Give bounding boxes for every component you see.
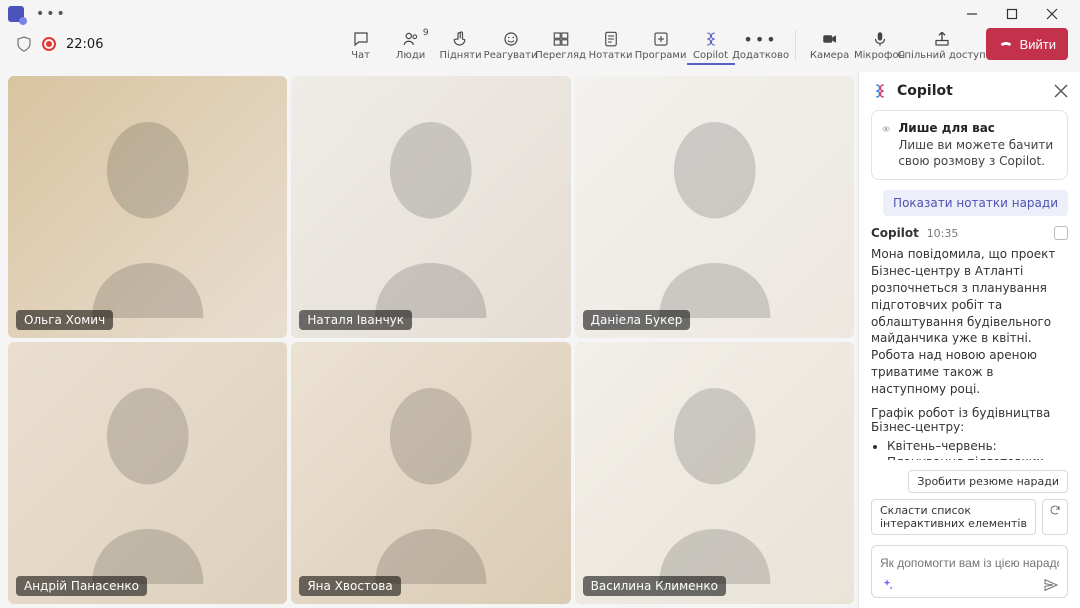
chip-summary[interactable]: Зробити резюме наради — [908, 470, 1068, 493]
mic-button[interactable]: Мікрофон — [856, 28, 904, 65]
people-count: 9 — [423, 28, 429, 38]
participant-video — [291, 342, 570, 604]
participant-video — [575, 76, 854, 338]
chip-actions[interactable]: Скласти список інтерактивних елементів — [871, 499, 1036, 535]
copilot-label: Copilot — [693, 50, 728, 61]
view-label: Перегляд — [535, 50, 586, 61]
leave-button[interactable]: Вийти — [986, 28, 1068, 60]
participant-name: Василина Клименко — [583, 576, 726, 596]
send-button[interactable] — [1043, 577, 1059, 593]
camera-button[interactable]: Камера — [806, 28, 854, 65]
msg-from: Copilot — [871, 226, 919, 240]
apps-button[interactable]: Програми — [637, 28, 685, 65]
chat-button[interactable]: Чат — [337, 28, 385, 65]
refresh-button[interactable] — [1042, 499, 1068, 535]
shield-icon — [16, 36, 32, 52]
more-label: Додатково — [732, 50, 789, 61]
recording-indicator-icon — [42, 37, 56, 51]
participant-name: Ольга Хомич — [16, 310, 113, 330]
participant-name: Яна Хвостова — [299, 576, 400, 596]
notes-label: Нотатки — [589, 50, 633, 61]
titlebar: ••• — [0, 0, 1080, 28]
people-label: Люди — [396, 50, 425, 61]
copilot-message: Copilot 10:35 Мона повідомила, що проект… — [871, 226, 1068, 460]
call-timer: 22:06 — [66, 37, 103, 52]
notes-button[interactable]: Нотатки — [587, 28, 635, 65]
video-grid: Ольга Хомич Наталя Іванчук Даніела Букер… — [0, 72, 858, 608]
schedule-list: Квітень–червень: Планування підготовчих … — [887, 438, 1068, 460]
composer[interactable] — [871, 545, 1068, 598]
video-tile[interactable]: Яна Хвостова — [291, 342, 570, 604]
minimize-button[interactable] — [952, 0, 992, 28]
react-label: Реагувати — [484, 50, 538, 61]
react-button[interactable]: Реагувати — [487, 28, 535, 65]
participant-video — [8, 342, 287, 604]
participant-video — [291, 76, 570, 338]
participant-name: Наталя Іванчук — [299, 310, 412, 330]
participant-video — [8, 76, 287, 338]
video-tile[interactable]: Ольга Хомич — [8, 76, 287, 338]
share-label: Спільний доступ — [898, 50, 986, 61]
show-notes-button[interactable]: Показати нотатки наради — [883, 190, 1068, 216]
chat-label: Чат — [351, 50, 370, 61]
view-button[interactable]: Перегляд — [537, 28, 585, 65]
overflow-icon[interactable]: ••• — [36, 6, 67, 22]
schedule-head: Графік робот із будівництва Бізнес-центр… — [871, 406, 1068, 434]
msg-body: Мона повідомила, що проект Бізнес-центру… — [871, 246, 1068, 397]
share-button[interactable]: Спільний доступ — [906, 28, 978, 65]
raise-hand-button[interactable]: Підняти — [437, 28, 485, 65]
sparkle-icon[interactable] — [880, 578, 894, 592]
copilot-logo-icon — [871, 82, 889, 100]
camera-label: Камера — [810, 50, 849, 61]
copy-button[interactable] — [1054, 226, 1068, 240]
video-tile[interactable]: Наталя Іванчук — [291, 76, 570, 338]
apps-label: Програми — [635, 50, 687, 61]
only-you-card: Лише для вас Лише ви можете бачити свою … — [871, 110, 1068, 180]
only-you-body: Лише ви можете бачити свою розмову з Cop… — [898, 137, 1057, 169]
video-tile[interactable]: Даніела Букер — [575, 76, 854, 338]
eye-icon — [882, 121, 890, 137]
video-tile[interactable]: Василина Клименко — [575, 342, 854, 604]
composer-input[interactable] — [880, 556, 1059, 570]
participant-name: Андрій Панасенко — [16, 576, 147, 596]
participant-video — [575, 342, 854, 604]
maximize-button[interactable] — [992, 0, 1032, 28]
only-you-title: Лише для вас — [898, 121, 1057, 135]
video-tile[interactable]: Андрій Панасенко — [8, 342, 287, 604]
close-button[interactable] — [1032, 0, 1072, 28]
toolbar-separator — [795, 30, 796, 60]
close-panel-button[interactable] — [1054, 84, 1068, 98]
people-button[interactable]: 9 Люди — [387, 28, 435, 65]
copilot-title: Copilot — [897, 83, 953, 99]
participant-name: Даніела Букер — [583, 310, 691, 330]
msg-time: 10:35 — [927, 227, 959, 240]
leave-label: Вийти — [1020, 37, 1056, 52]
copilot-button[interactable]: Copilot — [687, 28, 735, 65]
meeting-toolbar: 22:06 Чат 9 Люди Підняти Реагувати Перег… — [0, 28, 1080, 72]
teams-logo-icon — [8, 6, 24, 22]
copilot-panel: Copilot Лише для вас Лише ви можете бачи… — [858, 72, 1080, 608]
more-button[interactable]: ••• Додатково — [737, 28, 785, 65]
raise-label: Підняти — [440, 50, 482, 61]
schedule-item: Квітень–червень: Планування підготовчих … — [887, 438, 1068, 460]
